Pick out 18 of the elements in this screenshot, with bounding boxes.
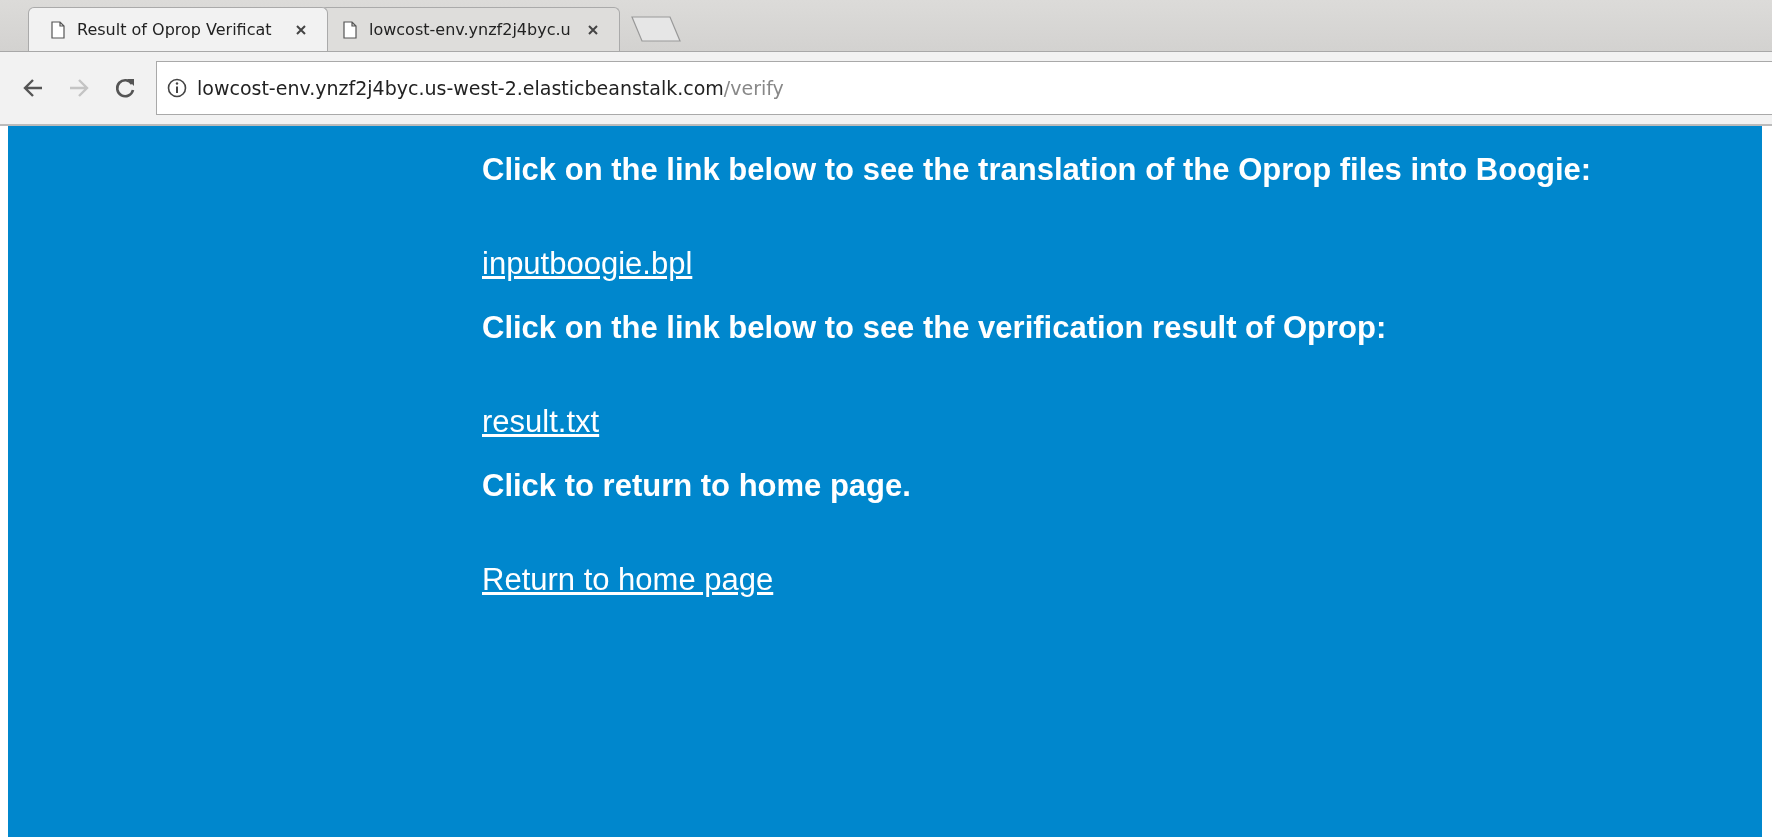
reload-icon[interactable] [114,77,136,99]
link[interactable]: result.txt [482,404,600,440]
link[interactable]: inputboogie.bpl [482,246,693,282]
link[interactable]: Return to home page [482,562,774,598]
browser-tab[interactable]: Result of Oprop Verificat [28,7,328,51]
heading: Click on the link below to see the verification result of Oprop: [482,310,1387,346]
heading: Click on the link below to see the translation of the Oprop files into Boogie: [482,152,1592,188]
url-text: lowcost-env.ynzf2j4byc.us-west-2.elasticbeanstalk.com/verify [197,77,784,99]
back-icon[interactable] [22,78,44,98]
page-icon [343,20,357,39]
close-icon[interactable] [295,23,307,36]
tab-title: lowcost-env.ynzf2j4byc.u [369,20,572,39]
heading: Click to return to home page. [482,468,911,504]
address-bar[interactable]: lowcost-env.ynzf2j4byc.us-west-2.elasticbeanstalk.com/verify [156,61,1772,115]
tab-title: Result of Oprop Verificat [77,20,273,39]
page-icon [51,20,65,39]
close-icon[interactable] [587,23,599,36]
info-icon [167,78,187,98]
